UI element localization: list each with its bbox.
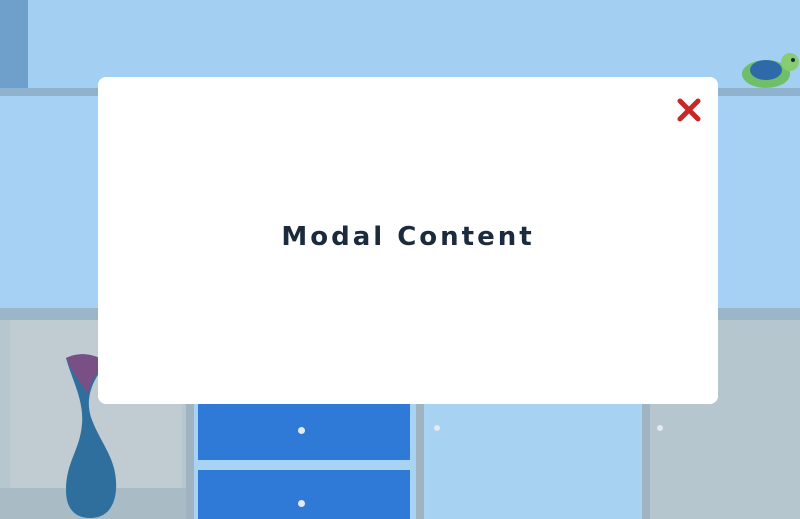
drawer-knob [298,427,305,434]
background-scene: Modal Content [0,0,800,519]
modal-content-text: Modal Content [281,222,535,252]
modal-dialog: Modal Content [98,77,718,404]
door-knob [657,425,663,431]
drawer-knob [298,500,305,507]
toy-turtle-image [742,53,799,88]
background-wall-edge [0,0,28,92]
close-button[interactable] [674,95,704,125]
door-knob [434,425,440,431]
background-drawer-bottom [198,470,410,519]
close-x-icon [677,98,701,122]
